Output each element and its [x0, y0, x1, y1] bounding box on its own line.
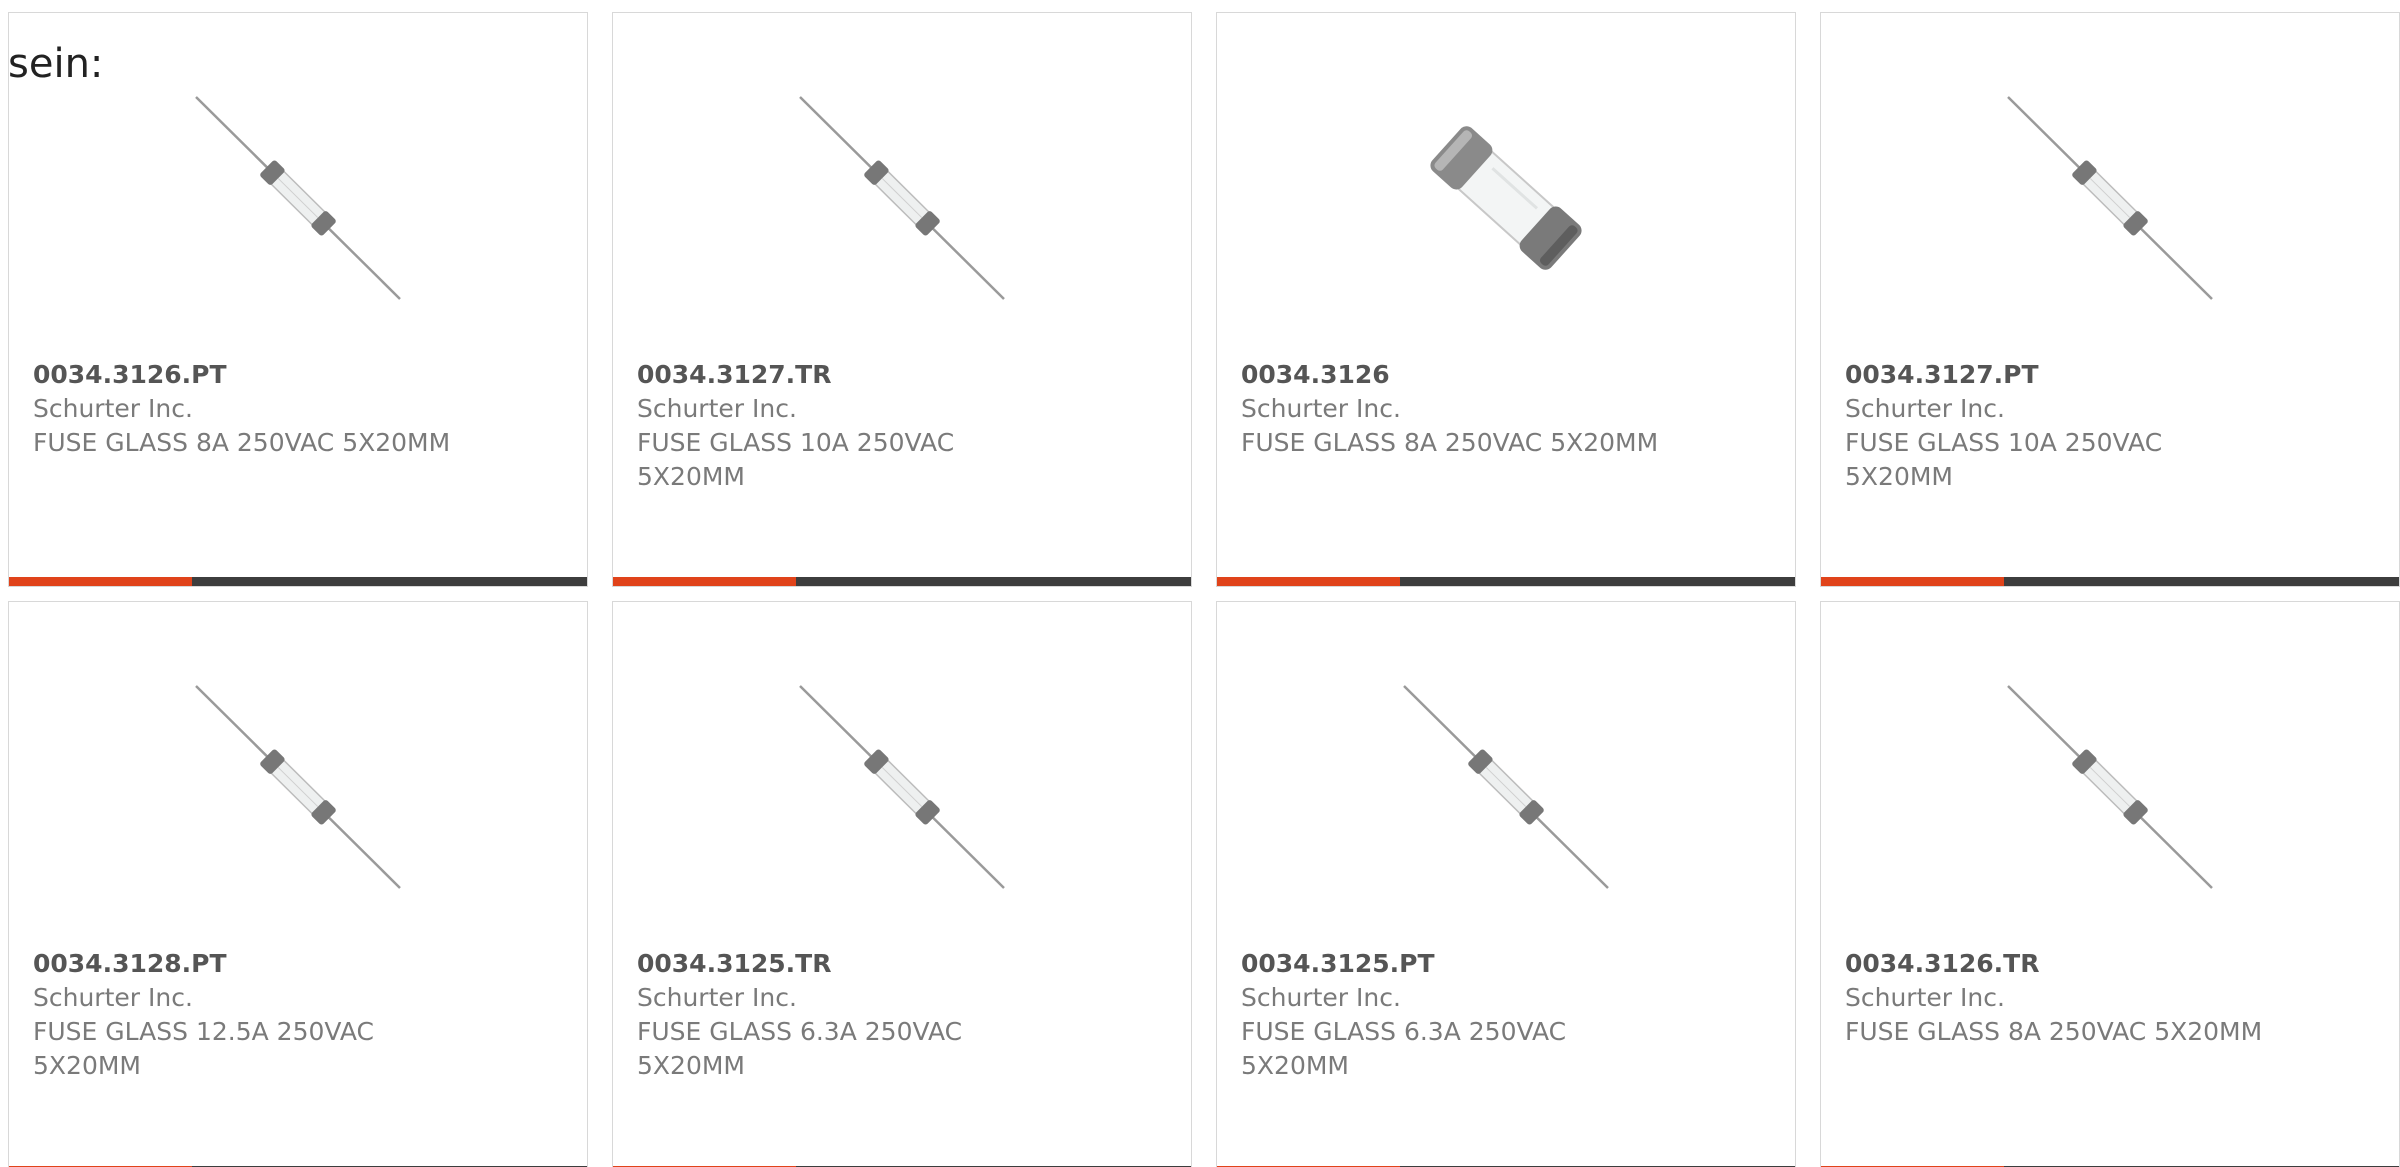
product-image[interactable] — [9, 73, 587, 323]
part-number-link[interactable]: 0034.3126.PT — [33, 358, 463, 392]
manufacturer-name: Schurter Inc. — [637, 394, 797, 423]
product-image[interactable] — [613, 662, 1191, 912]
product-image[interactable] — [1217, 73, 1795, 323]
product-image[interactable] — [613, 73, 1191, 323]
prefix-text: sein: — [8, 41, 104, 87]
axial-lead-fuse-icon — [2007, 96, 2213, 300]
axial-lead-fuse-icon — [195, 685, 401, 889]
bar-accent-segment — [9, 577, 192, 586]
axial-lead-fuse-icon — [799, 96, 1005, 300]
manufacturer-name: Schurter Inc. — [1241, 394, 1401, 423]
product-card[interactable]: 0034.3125.TR Schurter Inc. FUSE GLASS 6.… — [612, 601, 1192, 1167]
part-number-link[interactable]: 0034.3127.TR — [637, 358, 1067, 392]
product-description: FUSE GLASS 8A 250VAC 5X20MM — [1241, 428, 1659, 457]
product-card[interactable]: 0034.3125.PT Schurter Inc. FUSE GLASS 6.… — [1216, 601, 1796, 1167]
part-number-link[interactable]: 0034.3127.PT — [1845, 358, 2275, 392]
manufacturer-name: Schurter Inc. — [1845, 983, 2005, 1012]
card-footer-bar — [613, 577, 1191, 586]
product-info: 0034.3126 Schurter Inc. FUSE GLASS 8A 25… — [1241, 358, 1671, 460]
product-card[interactable]: 0034.3126.PT Schurter Inc. FUSE GLASS 8A… — [8, 12, 588, 587]
axial-lead-fuse-icon — [1403, 685, 1609, 889]
product-info: 0034.3127.TR Schurter Inc. FUSE GLASS 10… — [637, 358, 1067, 494]
bar-accent-segment — [1821, 577, 2004, 586]
product-description: FUSE GLASS 10A 250VAC 5X20MM — [637, 428, 955, 491]
product-card[interactable]: 0034.3126 Schurter Inc. FUSE GLASS 8A 25… — [1216, 12, 1796, 587]
bar-accent-segment — [1217, 577, 1400, 586]
part-number-link[interactable]: 0034.3125.PT — [1241, 947, 1671, 981]
product-card[interactable]: 0034.3127.TR Schurter Inc. FUSE GLASS 10… — [612, 12, 1192, 587]
product-description: FUSE GLASS 8A 250VAC 5X20MM — [33, 428, 451, 457]
product-description: FUSE GLASS 8A 250VAC 5X20MM — [1845, 1017, 2263, 1046]
product-image[interactable] — [1217, 662, 1795, 912]
product-card[interactable]: 0034.3127.PT Schurter Inc. FUSE GLASS 10… — [1820, 12, 2400, 587]
product-info: 0034.3128.PT Schurter Inc. FUSE GLASS 12… — [33, 947, 463, 1083]
bar-accent-segment — [613, 577, 796, 586]
product-description: FUSE GLASS 12.5A 250VAC 5X20MM — [33, 1017, 375, 1080]
product-info: 0034.3126.PT Schurter Inc. FUSE GLASS 8A… — [33, 358, 463, 460]
axial-lead-fuse-icon — [195, 96, 401, 300]
product-card[interactable]: 0034.3126.TR Schurter Inc. FUSE GLASS 8A… — [1820, 601, 2400, 1167]
manufacturer-name: Schurter Inc. — [637, 983, 797, 1012]
axial-lead-fuse-icon — [799, 685, 1005, 889]
product-info: 0034.3125.PT Schurter Inc. FUSE GLASS 6.… — [1241, 947, 1671, 1083]
part-number-link[interactable]: 0034.3126.TR — [1845, 947, 2275, 981]
product-info: 0034.3125.TR Schurter Inc. FUSE GLASS 6.… — [637, 947, 1067, 1083]
manufacturer-name: Schurter Inc. — [33, 983, 193, 1012]
bar-dark-segment — [796, 577, 1191, 586]
product-info: 0034.3126.TR Schurter Inc. FUSE GLASS 8A… — [1845, 947, 2275, 1049]
product-image[interactable] — [1821, 662, 2399, 912]
axial-lead-fuse-icon — [2007, 685, 2213, 889]
part-number-link[interactable]: 0034.3125.TR — [637, 947, 1067, 981]
part-number-link[interactable]: 0034.3128.PT — [33, 947, 463, 981]
manufacturer-name: Schurter Inc. — [1241, 983, 1401, 1012]
product-description: FUSE GLASS 6.3A 250VAC 5X20MM — [1241, 1017, 1567, 1080]
product-image[interactable] — [9, 662, 587, 912]
product-image[interactable] — [1821, 73, 2399, 323]
card-footer-bar — [1821, 577, 2399, 586]
cartridge-fuse-icon — [1430, 126, 1582, 270]
product-description: FUSE GLASS 10A 250VAC 5X20MM — [1845, 428, 2163, 491]
manufacturer-name: Schurter Inc. — [33, 394, 193, 423]
card-footer-bar — [9, 577, 587, 586]
manufacturer-name: Schurter Inc. — [1845, 394, 2005, 423]
bar-dark-segment — [1400, 577, 1795, 586]
product-grid-page: sein: 0034.3126.PT Schurter Inc. FUSE GL… — [0, 0, 2400, 1167]
product-info: 0034.3127.PT Schurter Inc. FUSE GLASS 10… — [1845, 358, 2275, 494]
part-number-link[interactable]: 0034.3126 — [1241, 358, 1671, 392]
bar-dark-segment — [2004, 577, 2399, 586]
product-card[interactable]: 0034.3128.PT Schurter Inc. FUSE GLASS 12… — [8, 601, 588, 1167]
product-description: FUSE GLASS 6.3A 250VAC 5X20MM — [637, 1017, 963, 1080]
card-footer-bar — [1217, 577, 1795, 586]
bar-dark-segment — [192, 577, 587, 586]
